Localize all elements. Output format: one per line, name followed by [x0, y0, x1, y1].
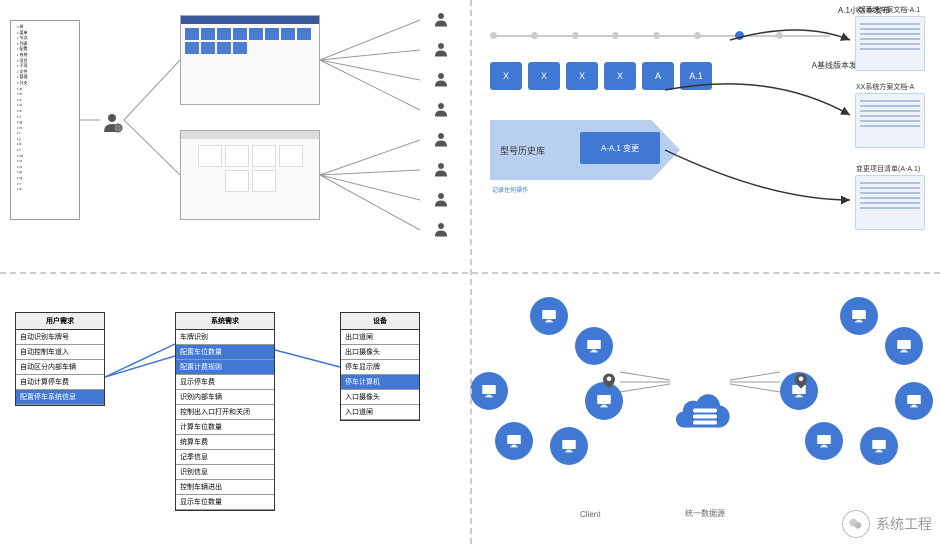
admin-user-icon: [100, 110, 124, 134]
table-row: 显示停车费: [176, 375, 274, 390]
user-icon: [432, 160, 450, 178]
table-row: 自动计算停车费: [16, 375, 104, 390]
cloud-datasource-icon: [675, 386, 735, 431]
client-cluster-right: [790, 297, 930, 467]
table-row: 入口摄像头: [341, 390, 419, 405]
quadrant-bottom-right: Client 统一数据源: [470, 272, 940, 544]
table-user-req: 用户需求自动识别车牌号自动控制车道入自动区分内部车辆自动计算停车费配置停车系统信…: [15, 312, 105, 406]
user-icon: [432, 40, 450, 58]
user-icon: [432, 70, 450, 88]
version-box: X: [566, 62, 598, 90]
table-row: 识别信息: [176, 465, 274, 480]
document-changelist: 变更项目清单(A-A.1): [855, 175, 925, 230]
table-row: 停车计算机: [341, 375, 419, 390]
client-node: [575, 327, 613, 365]
table-row: 车牌识别: [176, 330, 274, 345]
change-box: A-A.1 变更: [580, 132, 660, 164]
client-node: [805, 422, 843, 460]
user-icon: [432, 100, 450, 118]
table-row: 自动区分内部车辆: [16, 360, 104, 375]
user-icon: [432, 10, 450, 28]
version-box: A.1: [680, 62, 712, 90]
version-box: A: [642, 62, 674, 90]
table-row: 入口道闸: [341, 405, 419, 420]
table-system-req: 系统需求车牌识别配置车位数量配置计费规则显示停车费识别内部车辆控制出入口打开和关…: [175, 312, 275, 511]
table-row: 配置车位数量: [176, 345, 274, 360]
table-row: 记季信息: [176, 450, 274, 465]
version-box: X: [528, 62, 560, 90]
client-cluster-left: [480, 297, 620, 467]
watermark: 系统工程: [842, 510, 932, 538]
client-label: Client: [580, 510, 600, 519]
document-minor: XX系统方案文档-A.1: [855, 16, 925, 71]
table-row: 计算车位数量: [176, 420, 274, 435]
table-row: 统算车费: [176, 435, 274, 450]
table-row: 识别内部车辆: [176, 390, 274, 405]
quadrant-top-right: A.1小版本发布 A基线版本发布 XXXXAA.1 型号历史库 A-A.1 变更…: [470, 0, 940, 272]
pin-icon-left: [600, 372, 618, 394]
ui-screenshot-bottom: [180, 130, 320, 220]
table-row: 配置停车系统信息: [16, 390, 104, 405]
client-node: [885, 327, 923, 365]
client-node: [840, 297, 878, 335]
datasource-label: 统一数据源: [685, 508, 725, 519]
client-node: [470, 372, 508, 410]
table-row: 停车显示牌: [341, 360, 419, 375]
table-row: 控制车辆进出: [176, 480, 274, 495]
client-node: [530, 297, 568, 335]
client-node: [495, 422, 533, 460]
version-boxes: XXXXAA.1: [490, 62, 712, 90]
client-node: [860, 427, 898, 465]
table-row: 自动控制车道入: [16, 345, 104, 360]
user-icon: [432, 220, 450, 238]
document-baseline: XX系统方案文档-A: [855, 93, 925, 148]
tree-panel: • 树• 菜单• 节点• 列表• 配置• 系统• 项目• 子项• 文件• 管理•…: [10, 20, 80, 220]
record-note: 记录住何操作: [492, 185, 528, 194]
table-row: 控制出入口打开和关闭: [176, 405, 274, 420]
table-row: 自动识别车牌号: [16, 330, 104, 345]
table-device: 设备出口道闸出口摄像头停车显示牌停车计算机入口摄像头入口道闸: [340, 312, 420, 421]
version-box: X: [604, 62, 636, 90]
client-node: [550, 427, 588, 465]
user-list: [432, 10, 450, 238]
table-row: 配置计费规则: [176, 360, 274, 375]
user-icon: [432, 130, 450, 148]
table-row: 出口摄像头: [341, 345, 419, 360]
pin-icon-right: [792, 372, 810, 394]
table-row: 出口道闸: [341, 330, 419, 345]
user-icon: [432, 190, 450, 208]
quadrant-bottom-left: 用户需求自动识别车牌号自动控制车道入自动区分内部车辆自动计算停车费配置停车系统信…: [0, 272, 470, 544]
separator-horizontal: [0, 272, 940, 274]
version-box: X: [490, 62, 522, 90]
timeline: [490, 35, 830, 37]
wechat-icon: [842, 510, 870, 538]
table-row: 显示车位数量: [176, 495, 274, 510]
history-label: 型号历史库: [500, 144, 545, 157]
ui-screenshot-top: [180, 15, 320, 105]
client-node: [895, 382, 933, 420]
quadrant-top-left: • 树• 菜单• 节点• 列表• 配置• 系统• 项目• 子项• 文件• 管理•…: [0, 0, 470, 272]
